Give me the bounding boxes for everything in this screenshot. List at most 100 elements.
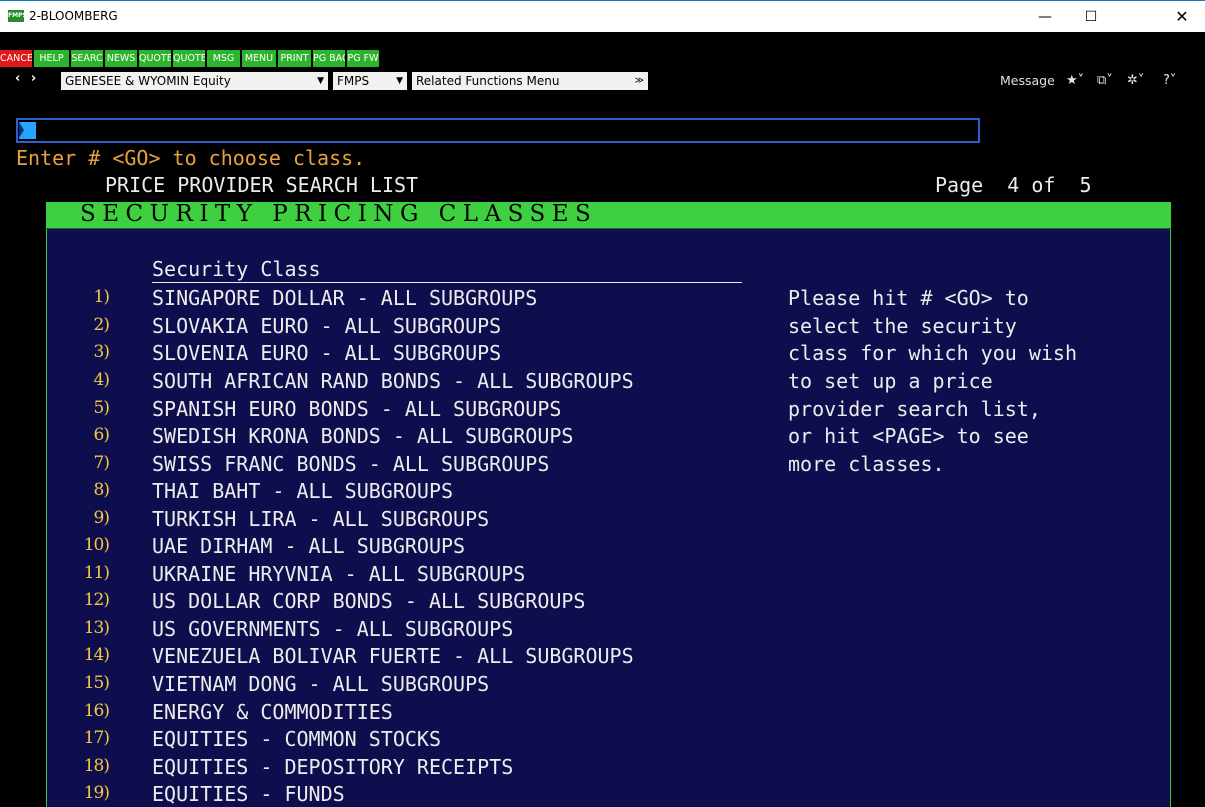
row-label: UKRAINE HRYVNIA - ALL SUBGROUPS [152, 562, 526, 586]
help-text-line: to set up a price [788, 369, 993, 393]
row-label: VENEZUELA BOLIVAR FUERTE - ALL SUBGROUPS [152, 644, 634, 668]
help-text-line: or hit <PAGE> to see [788, 424, 1029, 448]
list-item[interactable]: 15) VIETNAM DONG - ALL SUBGROUPS [47, 672, 767, 699]
row-label: US GOVERNMENTS - ALL SUBGROUPS [152, 617, 514, 641]
chevron-down-icon: ▼ [317, 76, 324, 86]
class-list-panel: Security Class 1) SINGAPORE DOLLAR - ALL … [46, 229, 1171, 807]
list-item[interactable]: 3) SLOVENIA EURO - ALL SUBGROUPS [47, 341, 767, 368]
text-cursor [19, 122, 36, 139]
help-text-line: class for which you wish [788, 341, 1077, 365]
help-text-line: more classes. [788, 452, 945, 476]
row-number: 19) [83, 783, 110, 803]
list-item[interactable]: 5) SPANISH EURO BONDS - ALL SUBGROUPS [47, 397, 767, 424]
related-functions-value: Related Functions Menu [416, 74, 560, 88]
row-number: 17) [83, 728, 110, 748]
command-line-input[interactable] [16, 118, 980, 143]
gear-icon[interactable]: ✲˅ [1127, 72, 1144, 90]
help-text-line: select the security [788, 314, 1017, 338]
list-item[interactable]: 19) EQUITIES - FUNDS [47, 782, 767, 807]
chevron-down-icon: ▼ [396, 76, 403, 86]
section-header-text: SECURITY PRICING CLASSES [80, 201, 598, 227]
security-dropdown[interactable]: GENESEE & WYOMIN Equity ▼ [61, 72, 328, 90]
back-forward-arrows[interactable]: ‹ › [15, 71, 39, 86]
bloomberg-app-icon: FMPS [8, 10, 27, 22]
security-value: GENESEE & WYOMIN Equity [65, 74, 231, 88]
help-text-line: Please hit # <GO> to [788, 286, 1029, 310]
search-key[interactable]: SEARC [71, 50, 103, 67]
window-titlebar[interactable]: FMPS 2-BLOOMBERG — ☐ ✕ [0, 0, 1205, 32]
list-item[interactable]: 10) UAE DIRHAM - ALL SUBGROUPS [47, 534, 767, 561]
list-item[interactable]: 17) EQUITIES - COMMON STOCKS [47, 727, 767, 754]
row-label: SOUTH AFRICAN RAND BONDS - ALL SUBGROUPS [152, 369, 634, 393]
list-item[interactable]: 1) SINGAPORE DOLLAR - ALL SUBGROUPS [47, 286, 767, 313]
message-link[interactable]: Message [1000, 72, 1055, 90]
row-number: 7) [93, 453, 110, 473]
cursor-arrow-icon [19, 122, 24, 138]
quote-key-2[interactable]: QUOTE [173, 50, 205, 67]
row-number: 5) [93, 398, 110, 418]
list-item[interactable]: 9) TURKISH LIRA - ALL SUBGROUPS [47, 507, 767, 534]
window-icon[interactable]: ⧉˅ [1097, 72, 1113, 90]
row-label: VIETNAM DONG - ALL SUBGROUPS [152, 672, 490, 696]
function-value: FMPS [337, 74, 370, 88]
list-item[interactable]: 16) ENERGY & COMMODITIES [47, 700, 767, 727]
star-icon[interactable]: ★˅ [1066, 72, 1084, 90]
minimize-button[interactable]: — [1022, 1, 1068, 33]
row-number: 6) [93, 425, 110, 445]
list-item[interactable]: 8) THAI BAHT - ALL SUBGROUPS [47, 479, 767, 506]
row-label: SINGAPORE DOLLAR - ALL SUBGROUPS [152, 286, 538, 310]
list-item[interactable]: 13) US GOVERNMENTS - ALL SUBGROUPS [47, 617, 767, 644]
row-label: SLOVAKIA EURO - ALL SUBGROUPS [152, 314, 502, 338]
row-label: TURKISH LIRA - ALL SUBGROUPS [152, 507, 490, 531]
double-chevron-down-icon: ≫ [634, 76, 644, 86]
list-item[interactable]: 4) SOUTH AFRICAN RAND BONDS - ALL SUBGROU… [47, 369, 767, 396]
row-label: SLOVENIA EURO - ALL SUBGROUPS [152, 341, 502, 365]
row-label: EQUITIES - FUNDS [152, 782, 345, 806]
close-button[interactable]: ✕ [1159, 1, 1205, 33]
row-number: 3) [93, 342, 110, 362]
toolbar: ‹ › GENESEE & WYOMIN Equity ▼ FMPS ▼ Rel… [0, 69, 1205, 92]
section-header: SECURITY PRICING CLASSES [46, 201, 1171, 229]
cancel-key[interactable]: CANCE [0, 50, 32, 67]
quote-key[interactable]: QUOTE [139, 50, 171, 67]
row-label: US DOLLAR CORP BONDS - ALL SUBGROUPS [152, 589, 586, 613]
row-label: SWEDISH KRONA BONDS - ALL SUBGROUPS [152, 424, 574, 448]
print-key[interactable]: PRINT [278, 50, 311, 67]
help-key[interactable]: HELP [34, 50, 69, 67]
help-icon[interactable]: ?˅ [1163, 72, 1176, 90]
list-item[interactable]: 18) EQUITIES - DEPOSITORY RECEIPTS [47, 755, 767, 782]
list-item[interactable]: 6) SWEDISH KRONA BONDS - ALL SUBGROUPS [47, 424, 767, 451]
column-header: Security Class [152, 257, 321, 281]
list-item[interactable]: 12) US DOLLAR CORP BONDS - ALL SUBGROUPS [47, 589, 767, 616]
screen-title: PRICE PROVIDER SEARCH LIST [105, 173, 419, 197]
news-key[interactable]: NEWS [105, 50, 137, 67]
list-item[interactable]: 11) UKRAINE HRYVNIA - ALL SUBGROUPS [47, 562, 767, 589]
row-label: ENERGY & COMMODITIES [152, 700, 393, 724]
row-number: 15) [83, 673, 110, 693]
maximize-button[interactable]: ☐ [1068, 1, 1114, 33]
row-number: 1) [93, 287, 110, 307]
list-item[interactable]: 14) VENEZUELA BOLIVAR FUERTE - ALL SUBGRO… [47, 644, 767, 671]
related-functions-dropdown[interactable]: Related Functions Menu ≫ [412, 72, 648, 90]
row-number: 13) [83, 618, 110, 638]
list-item[interactable]: 2) SLOVAKIA EURO - ALL SUBGROUPS [47, 314, 767, 341]
row-label: EQUITIES - DEPOSITORY RECEIPTS [152, 755, 514, 779]
row-number: 10) [83, 535, 110, 555]
row-label: SWISS FRANC BONDS - ALL SUBGROUPS [152, 452, 550, 476]
msg-key[interactable]: MSG [207, 50, 240, 67]
row-label: SPANISH EURO BONDS - ALL SUBGROUPS [152, 397, 562, 421]
row-number: 8) [93, 480, 110, 500]
function-key-bar: CANCE HELP SEARC NEWS QUOTE QUOTE MSG ME… [0, 50, 1205, 68]
row-number: 4) [93, 370, 110, 390]
row-number: 18) [83, 756, 110, 776]
page-forward-key[interactable]: PG FW [347, 50, 379, 67]
row-label: THAI BAHT - ALL SUBGROUPS [152, 479, 454, 503]
function-dropdown[interactable]: FMPS ▼ [333, 72, 407, 90]
row-number: 9) [93, 508, 110, 528]
list-item[interactable]: 7) SWISS FRANC BONDS - ALL SUBGROUPS [47, 452, 767, 479]
menu-key[interactable]: MENU [242, 50, 276, 67]
page-back-key[interactable]: PG BAC [313, 50, 345, 67]
row-number: 11) [83, 563, 110, 583]
page-indicator: Page 4 of 5 [935, 173, 1092, 197]
row-number: 2) [93, 315, 110, 335]
